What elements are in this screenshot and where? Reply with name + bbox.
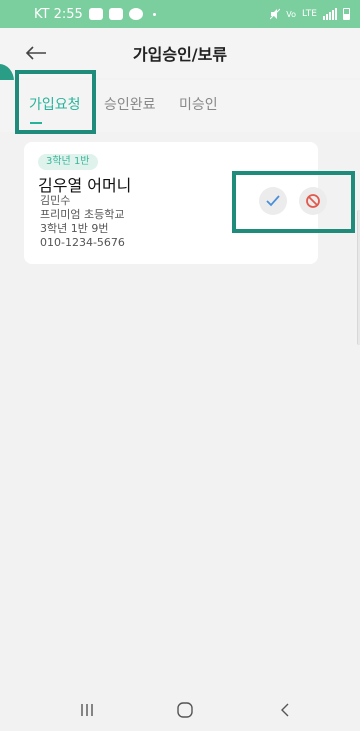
cloud-icon <box>128 8 143 20</box>
carrier-time: KT 2:55 <box>34 6 83 22</box>
home-icon <box>177 702 193 718</box>
nav-back-button[interactable] <box>270 698 300 722</box>
tab-approved[interactable]: 승인완료 <box>104 94 156 114</box>
recent-apps-icon <box>81 704 93 716</box>
active-tab-indicator <box>30 122 42 124</box>
signal-icon <box>323 8 337 20</box>
reject-button[interactable] <box>299 187 327 215</box>
wifi-call-icon: Vo <box>286 9 297 19</box>
notification-icon <box>88 8 103 20</box>
tab-join-request[interactable]: 가입요청 <box>29 94 81 114</box>
join-request-card: 3학년 1반 김우열 어머니 김민수 프리미엄 초등학교 3학년 1반 9번 0… <box>24 142 327 264</box>
gallery-icon <box>108 8 123 20</box>
check-icon <box>266 195 280 207</box>
battery-icon <box>343 8 350 20</box>
back-button[interactable] <box>20 38 52 68</box>
back-arrow-icon <box>25 46 46 60</box>
approve-button[interactable] <box>259 187 287 215</box>
phone-number: 010-1234-5676 <box>40 236 125 249</box>
app-header: 가입승인/보류 <box>0 28 360 78</box>
system-nav-bar <box>0 688 360 731</box>
back-icon <box>281 703 289 717</box>
class-info: 3학년 1반 9번 <box>40 222 109 235</box>
tab-not-approved[interactable]: 미승인 <box>179 94 218 114</box>
tab-bar: 가입요청 승인완료 미승인 <box>0 80 360 132</box>
recent-apps-button[interactable] <box>72 698 102 722</box>
network-type: LTE <box>302 9 317 19</box>
status-bar: KT 2:55 Vo LTE <box>0 0 360 28</box>
more-notifications-icon <box>152 12 156 16</box>
home-button[interactable] <box>170 698 200 722</box>
status-right: Vo LTE <box>270 8 350 20</box>
mute-icon <box>270 8 281 20</box>
prohibit-icon <box>306 194 320 208</box>
page-title: 가입승인/보류 <box>132 45 228 64</box>
class-badge: 3학년 1반 <box>38 154 98 170</box>
status-left: KT 2:55 <box>34 7 156 22</box>
